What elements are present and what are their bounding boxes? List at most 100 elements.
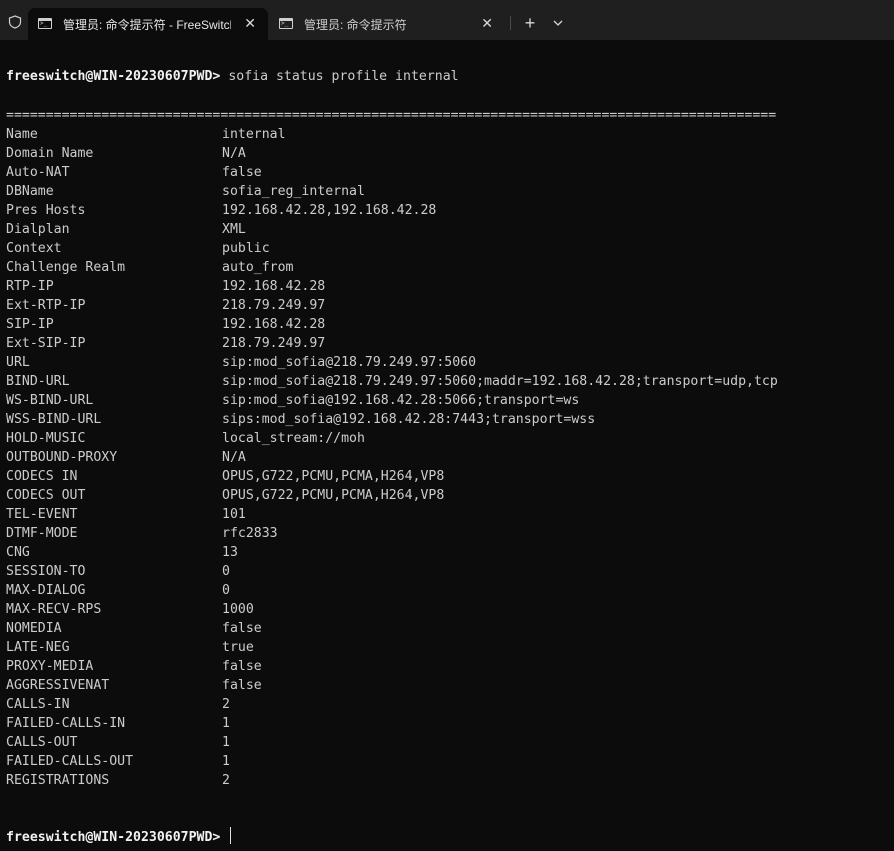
tab-separator [510,16,511,30]
status-key: Ext-RTP-IP [6,298,86,313]
status-value: XML [222,222,246,237]
close-icon[interactable]: ✕ [244,16,256,30]
command-text: sofia status profile internal [228,69,459,84]
status-row: URL sip:mod_sofia@218.79.249.97:5060 [6,353,888,372]
status-key: CODECS IN [6,469,78,484]
close-icon[interactable]: ✕ [481,16,493,30]
status-key: SESSION-TO [6,564,86,579]
status-key: SIP-IP [6,317,54,332]
status-key: LATE-NEG [6,640,70,655]
status-value: sip:mod_sofia@218.79.249.97:5060;maddr=1… [222,374,778,389]
status-key: RTP-IP [6,279,54,294]
status-value: internal [222,127,286,142]
status-value: auto_from [222,260,294,275]
text-cursor [230,827,232,844]
status-value: 192.168.42.28 [222,317,326,332]
status-row: Context public [6,239,888,258]
status-row: DTMF-MODE rfc2833 [6,524,888,543]
status-key: FAILED-CALLS-IN [6,716,126,731]
status-value: 218.79.249.97 [222,298,326,313]
tab-bar: 管理员: 命令提示符 - FreeSwitch ✕ 管理员: 命令提示符 ✕ + [0,0,894,40]
prompt: freeswitch@WIN-20230607PWD> [6,830,221,845]
status-key: Name [6,127,38,142]
status-value: false [222,659,262,674]
status-row: FAILED-CALLS-OUT 1 [6,752,888,771]
status-row: AGGRESSIVENAT false [6,676,888,695]
status-row: CODECS OUT OPUS,G722,PCMU,PCMA,H264,VP8 [6,486,888,505]
status-key: Domain Name [6,146,94,161]
tab-cmd[interactable]: 管理员: 命令提示符 ✕ [269,8,505,40]
status-value: 1000 [222,602,254,617]
new-tab-button[interactable]: + [520,13,540,33]
chevron-down-icon[interactable] [551,17,565,29]
status-row: TEL-EVENT 101 [6,505,888,524]
status-key: DTMF-MODE [6,526,78,541]
status-row: DBName sofia_reg_internal [6,182,888,201]
tab-title: 管理员: 命令提示符 - FreeSwitch [63,18,231,32]
status-row: CALLS-IN 2 [6,695,888,714]
status-key: HOLD-MUSIC [6,431,86,446]
shield-icon[interactable] [8,15,22,29]
status-row: Ext-RTP-IP 218.79.249.97 [6,296,888,315]
status-row: BIND-URL sip:mod_sofia@218.79.249.97:5060… [6,372,888,391]
status-value: true [222,640,254,655]
status-value: 2 [222,773,230,788]
status-row: CALLS-OUT 1 [6,733,888,752]
status-row: Challenge Realm auto_from [6,258,888,277]
status-key: URL [6,355,30,370]
status-value: 1 [222,754,230,769]
status-key: Context [6,241,62,256]
tab-freeswitch[interactable]: 管理员: 命令提示符 - FreeSwitch ✕ [28,8,268,40]
status-key: CNG [6,545,30,560]
status-value: 13 [222,545,238,560]
status-value: sips:mod_sofia@192.168.42.28:7443;transp… [222,412,596,427]
status-key: Ext-SIP-IP [6,336,86,351]
status-row: SIP-IP 192.168.42.28 [6,315,888,334]
status-row: Name internal [6,125,888,144]
status-row: Ext-SIP-IP 218.79.249.97 [6,334,888,353]
status-row: LATE-NEG true [6,638,888,657]
tab-title: 管理员: 命令提示符 [304,18,407,32]
status-key: CALLS-OUT [6,735,78,750]
status-row: SESSION-TO 0 [6,562,888,581]
terminal-icon [279,18,293,29]
status-value: N/A [222,146,246,161]
status-row: Auto-NAT false [6,163,888,182]
status-key: REGISTRATIONS [6,773,110,788]
status-row: Pres Hosts 192.168.42.28,192.168.42.28 [6,201,888,220]
prompt: freeswitch@WIN-20230607PWD> [6,69,221,84]
status-value: sip:mod_sofia@218.79.249.97:5060 [222,355,477,370]
status-value: 192.168.42.28,192.168.42.28 [222,203,437,218]
status-key: MAX-DIALOG [6,583,86,598]
status-row: Dialplan XML [6,220,888,239]
status-value: false [222,165,262,180]
separator-rule: ========================================… [6,108,777,123]
status-value: N/A [222,450,246,465]
status-key: OUTBOUND-PROXY [6,450,118,465]
status-value: public [222,241,270,256]
status-row: WS-BIND-URL sip:mod_sofia@192.168.42.28:5… [6,391,888,410]
status-row: RTP-IP 192.168.42.28 [6,277,888,296]
status-key: MAX-RECV-RPS [6,602,102,617]
terminal-icon [38,18,52,29]
status-key: WS-BIND-URL [6,393,94,408]
input-line[interactable]: freeswitch@WIN-20230607PWD> [6,827,232,847]
status-key: WSS-BIND-URL [6,412,102,427]
status-key: Auto-NAT [6,165,70,180]
status-value: 2 [222,697,230,712]
status-row: PROXY-MEDIA false [6,657,888,676]
status-table: Name internal Domain Name N/A Auto-NAT false D… [6,125,888,790]
status-row: NOMEDIA false [6,619,888,638]
status-value: sip:mod_sofia@192.168.42.28:5066;transpo… [222,393,580,408]
status-value: false [222,678,262,693]
status-key: BIND-URL [6,374,70,389]
status-row: OUTBOUND-PROXY N/A [6,448,888,467]
status-row: MAX-DIALOG 0 [6,581,888,600]
status-row: MAX-RECV-RPS 1000 [6,600,888,619]
status-value: 101 [222,507,246,522]
status-value: OPUS,G722,PCMU,PCMA,H264,VP8 [222,488,445,503]
status-value: rfc2833 [222,526,278,541]
status-key: DBName [6,184,54,199]
status-key: PROXY-MEDIA [6,659,94,674]
status-value: 1 [222,716,230,731]
